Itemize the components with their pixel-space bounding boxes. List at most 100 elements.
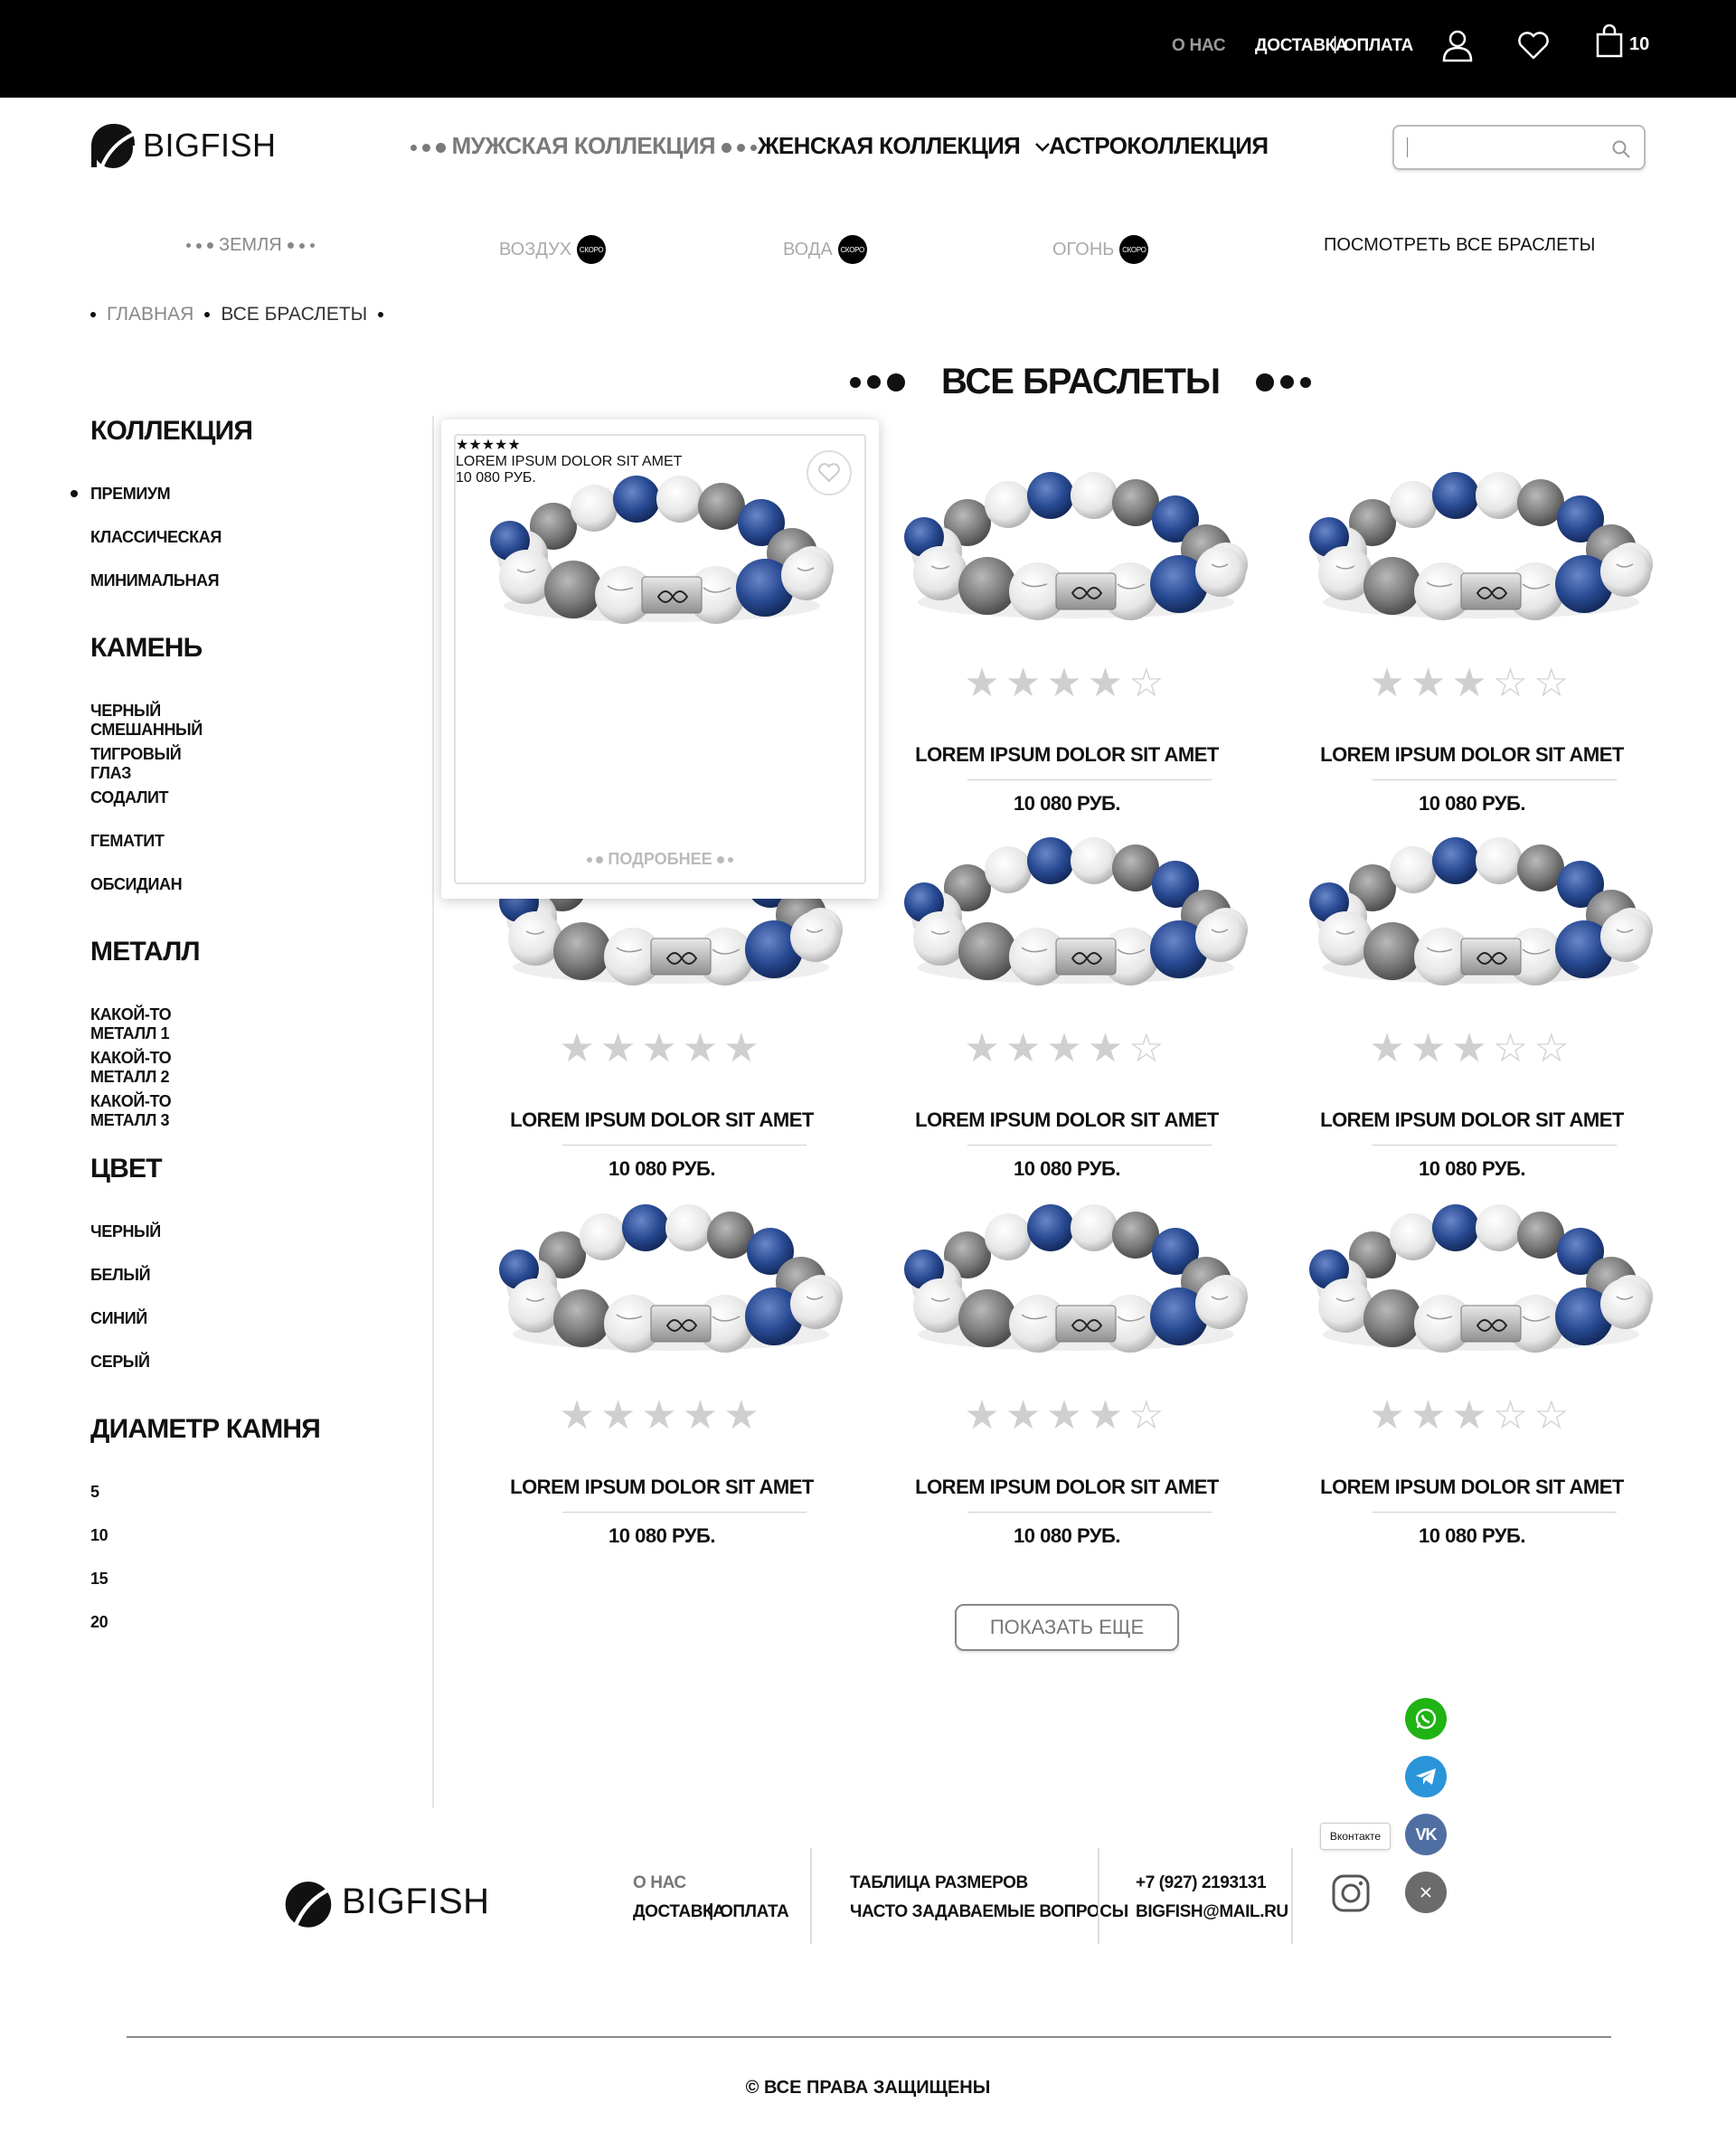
search-icon[interactable] bbox=[1611, 139, 1631, 159]
sidebar-divider bbox=[432, 416, 434, 1808]
product-card[interactable]: ★★★☆☆ LOREM IPSUM DOLOR SIT AMET 10 080 РУ… bbox=[1273, 796, 1671, 1193]
subnav-air[interactable]: ВОЗДУХ СКОРО bbox=[499, 235, 607, 264]
footer-logo-text: BIGFISH bbox=[342, 1881, 490, 1921]
product-price: 10 080 РУБ. bbox=[1419, 1524, 1525, 1547]
breadcrumb-home[interactable]: ГЛАВНАЯ bbox=[107, 304, 193, 325]
search-input[interactable] bbox=[1392, 125, 1646, 170]
add-to-favorites-button[interactable] bbox=[807, 450, 852, 495]
copyright: © ВСЕ ПРАВА ЗАЩИЩЕНЫ bbox=[745, 2078, 991, 2098]
filter-item[interactable]: КАКОЙ-ТО МЕТАЛЛ 1 bbox=[90, 1005, 200, 1043]
product-divider bbox=[967, 779, 1212, 780]
whatsapp-button[interactable] bbox=[1405, 1698, 1447, 1740]
subnav-view-all[interactable]: ПОСМОТРЕТЬ ВСЕ БРАСЛЕТЫ bbox=[1324, 235, 1595, 256]
filter-item[interactable]: КЛАССИЧЕСКАЯ bbox=[90, 528, 222, 547]
instagram-icon[interactable] bbox=[1331, 1873, 1371, 1913]
product-name[interactable]: LOREM IPSUM DOLOR SIT AMET bbox=[456, 454, 864, 470]
cart-icon[interactable] bbox=[1591, 24, 1628, 60]
close-icon bbox=[1420, 1887, 1431, 1898]
filter-item[interactable]: 20 bbox=[90, 1613, 108, 1632]
product-name[interactable]: LOREM IPSUM DOLOR SIT AMET bbox=[1273, 743, 1671, 767]
bracelet-image[interactable] bbox=[904, 1199, 1248, 1362]
footer-sizes-link[interactable]: ТАБЛИЦА РАЗМЕРОВ bbox=[850, 1873, 1028, 1893]
star-filled-icon: ★ bbox=[1005, 1026, 1047, 1070]
filter-title: КОЛЛЕКЦИЯ bbox=[90, 416, 253, 446]
product-card[interactable]: ★★★★☆ LOREM IPSUM DOLOR SIT AMET 10 080 РУ… bbox=[868, 1163, 1266, 1561]
filter-item[interactable]: ЧЕРНЫЙ bbox=[90, 1222, 161, 1241]
footer-phone[interactable]: +7 (927) 2193131 bbox=[1136, 1873, 1267, 1893]
footer-faq-link[interactable]: ЧАСТО ЗАДАВАЕМЫЕ ВОПРОСЫ bbox=[850, 1902, 1128, 1922]
star-empty-icon: ☆ bbox=[1492, 661, 1534, 705]
star-filled-icon: ★ bbox=[1005, 1393, 1047, 1438]
nav-astro-collection[interactable]: АСТРОКОЛЛЕКЦИЯ bbox=[1049, 132, 1269, 160]
filter-item[interactable]: СЕРЫЙ bbox=[90, 1353, 150, 1372]
filter-item[interactable]: ПРЕМИУМ bbox=[70, 485, 171, 504]
product-card[interactable]: ★★★☆☆ LOREM IPSUM DOLOR SIT AMET 10 080 РУ… bbox=[1273, 430, 1671, 828]
subnav-earth[interactable]: ЗЕМЛЯ bbox=[186, 235, 315, 256]
footer-email[interactable]: BIGFISH@MAIL.RU bbox=[1136, 1902, 1288, 1922]
product-name[interactable]: LOREM IPSUM DOLOR SIT AMET bbox=[463, 1476, 861, 1499]
product-price: 10 080 РУБ. bbox=[1014, 1524, 1120, 1547]
footer-about-link[interactable]: О НАС bbox=[633, 1873, 686, 1893]
star-filled-icon: ★ bbox=[1369, 1026, 1410, 1070]
bracelet-image[interactable] bbox=[1309, 467, 1653, 629]
star-filled-icon: ★ bbox=[1087, 1393, 1129, 1438]
bracelet-image[interactable] bbox=[488, 470, 835, 633]
filter-item[interactable]: ГЕМАТИТ bbox=[90, 832, 165, 851]
product-name[interactable]: LOREM IPSUM DOLOR SIT AMET bbox=[463, 1108, 861, 1132]
heart-icon[interactable] bbox=[1515, 27, 1552, 63]
bracelet-image[interactable] bbox=[904, 832, 1248, 995]
star-filled-icon: ★ bbox=[1046, 661, 1088, 705]
product-card-hover[interactable]: ★★★★★ LOREM IPSUM DOLOR SIT AMET 10 080 … bbox=[441, 420, 879, 899]
star-filled-icon: ★ bbox=[641, 1026, 683, 1070]
product-card[interactable]: ★★★★★LOREM IPSUM DOLOR SIT AMET10 080 РУ… bbox=[463, 1163, 861, 1561]
filter-item[interactable]: КАКОЙ-ТО МЕТАЛЛ 3 bbox=[90, 1092, 200, 1130]
product-name[interactable]: LOREM IPSUM DOLOR SIT AMET bbox=[1273, 1108, 1671, 1132]
bracelet-image[interactable] bbox=[1309, 832, 1653, 995]
nav-mens-label: МУЖСКАЯ КОЛЛЕКЦИЯ bbox=[451, 132, 716, 159]
user-icon[interactable] bbox=[1439, 27, 1476, 63]
product-name[interactable]: LOREM IPSUM DOLOR SIT AMET bbox=[868, 1476, 1266, 1499]
product-card[interactable]: ★★★★☆ LOREM IPSUM DOLOR SIT AMET 10 080 РУ… bbox=[868, 796, 1266, 1193]
show-more-label: ПОКАЗАТЬ ЕЩЕ bbox=[989, 1616, 1145, 1638]
subnav-fire[interactable]: ОГОНЬ СКОРО bbox=[1052, 235, 1149, 264]
vk-button[interactable]: VK bbox=[1405, 1814, 1447, 1855]
filter-item[interactable]: БЕЛЫЙ bbox=[90, 1266, 151, 1285]
about-link[interactable]: О НАС bbox=[1172, 36, 1226, 56]
subnav-water[interactable]: ВОДА СКОРО bbox=[783, 235, 867, 264]
details-dots-left bbox=[587, 856, 604, 864]
footer-logo[interactable]: BIGFISH bbox=[280, 1873, 490, 1929]
bracelet-image[interactable] bbox=[1309, 1199, 1653, 1362]
filter-item[interactable]: 5 bbox=[90, 1483, 99, 1502]
filter-item[interactable]: СОДАЛИТ bbox=[90, 788, 169, 807]
star-filled-icon: ★ bbox=[1451, 1026, 1493, 1070]
nav-mens-collection[interactable]: МУЖСКАЯ КОЛЛЕКЦИЯ bbox=[410, 132, 757, 160]
filter-title: ЦВЕТ bbox=[90, 1154, 163, 1184]
filter-item[interactable]: 15 bbox=[90, 1570, 108, 1589]
filter-item[interactable]: КАКОЙ-ТО МЕТАЛЛ 2 bbox=[90, 1049, 200, 1087]
product-name[interactable]: LOREM IPSUM DOLOR SIT AMET bbox=[868, 1108, 1266, 1132]
star-filled-icon: ★ bbox=[723, 1393, 765, 1438]
show-more-button[interactable]: ПОКАЗАТЬ ЕЩЕ bbox=[955, 1604, 1179, 1651]
logo[interactable]: BIGFISH bbox=[89, 121, 277, 170]
bracelet-image[interactable] bbox=[904, 467, 1248, 629]
payment-link[interactable]: ОПЛАТА bbox=[1344, 36, 1413, 56]
details-dots-right bbox=[716, 856, 733, 864]
star-filled-icon: ★ bbox=[1451, 661, 1493, 705]
filter-item[interactable]: ТИГРОВЫЙ ГЛАЗ bbox=[90, 745, 202, 783]
filter-item[interactable]: 10 bbox=[90, 1526, 108, 1545]
filter-item[interactable]: ЧЕРНЫЙ СМЕШАННЫЙ bbox=[90, 702, 203, 740]
close-social-button[interactable] bbox=[1405, 1872, 1447, 1913]
filter-item[interactable]: МИНИМАЛЬНАЯ bbox=[90, 571, 220, 590]
telegram-button[interactable] bbox=[1405, 1756, 1447, 1797]
product-card[interactable]: ★★★☆☆ LOREM IPSUM DOLOR SIT AMET 10 080 РУ… bbox=[1273, 1163, 1671, 1561]
nav-womens-collection[interactable]: ЖЕНСКАЯ КОЛЛЕКЦИЯ bbox=[758, 132, 1052, 160]
details-link[interactable]: ПОДРОБНЕЕ bbox=[456, 850, 864, 869]
product-name[interactable]: LOREM IPSUM DOLOR SIT AMET bbox=[1273, 1476, 1671, 1499]
bracelet-image[interactable] bbox=[499, 1199, 843, 1362]
filter-item[interactable]: СИНИЙ bbox=[90, 1309, 147, 1328]
topbar-separator: | bbox=[1333, 34, 1338, 54]
filter-item[interactable]: ОБСИДИАН bbox=[90, 875, 183, 894]
product-name[interactable]: LOREM IPSUM DOLOR SIT AMET bbox=[868, 743, 1266, 767]
footer-payment-link[interactable]: ОПЛАТА bbox=[720, 1902, 789, 1922]
product-card[interactable]: ★★★★☆ LOREM IPSUM DOLOR SIT AMET 10 080 РУ… bbox=[868, 430, 1266, 828]
